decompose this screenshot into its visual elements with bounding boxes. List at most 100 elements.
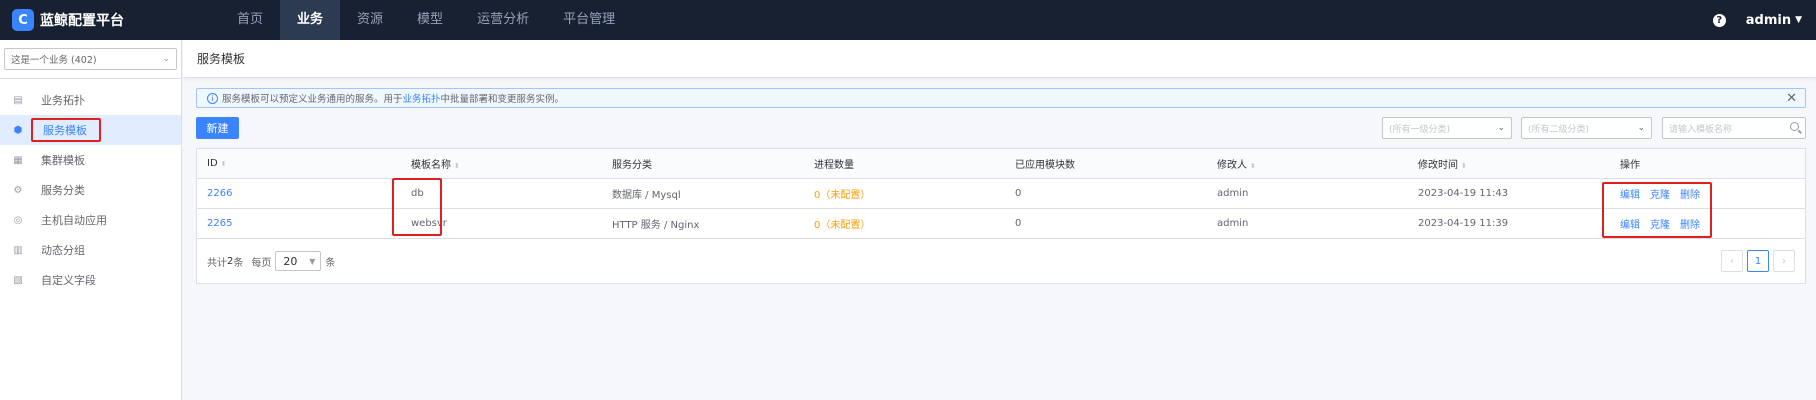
sidebar-item-label: 服务模板 [31,118,101,142]
nav-item-platform[interactable]: 平台管理 [546,0,632,40]
sidebar-item-cluster-template[interactable]: ▦ 集群模板 [0,145,181,175]
chevron-down-icon: ▼ [309,256,316,266]
row-actions: 编辑 克隆 删除 [1620,216,1710,231]
column-process: 进程数量 [814,160,854,171]
search-placeholder: 请输入模板名称 [1669,124,1733,135]
column-category: 服务分类 [612,160,652,171]
primary-category-select[interactable]: (所有一级分类) ⌄ [1382,117,1512,139]
table-row: 2266 db 数据库 / Mysql 0（未配置） 0 admin 2023-… [197,179,1805,209]
info-icon: i [207,92,218,104]
sidebar-item-label: 集群模板 [41,154,85,167]
pagination: ‹ 1 › [1717,250,1795,272]
sidebar-item-custom-field[interactable]: ▧ 自定义字段 [0,265,181,295]
prev-page-button[interactable]: ‹ [1721,250,1743,272]
nav-item-resource[interactable]: 资源 [340,0,400,40]
process-count: 0（未配置） [814,190,871,201]
business-select-value: 这是一个业务 (402) [11,55,97,66]
user-name: admin [1745,12,1792,28]
column-modules: 已应用模块数 [1015,160,1075,171]
clone-button[interactable]: 克隆 [1650,220,1670,231]
nav-item-business[interactable]: 业务 [280,0,341,40]
page-size-select[interactable]: 20 ▼ [275,251,322,271]
sidebar-item-label: 业务拓扑 [41,94,85,107]
modifier: admin [1217,218,1249,229]
column-time[interactable]: 修改时间 ⬍ [1418,156,1467,171]
nav-right: ? admin ▼ [1712,0,1816,40]
topology-icon: ▤ [13,94,23,106]
template-name: db [411,188,424,199]
chevron-down-icon: ▼ [1795,15,1802,25]
business-select[interactable]: 这是一个业务 (402) ⌄ [4,48,177,70]
template-category: HTTP 服务 / Nginx [612,220,700,231]
app-logo[interactable]: C 蓝鲸配置平台 [0,0,220,40]
create-button[interactable]: 新建 [196,117,239,139]
chevron-down-icon: ⌄ [1497,123,1505,133]
cluster-template-icon: ▦ [13,154,23,166]
column-modifier[interactable]: 修改人 ⬍ [1217,156,1256,171]
sort-icon: ⬍ [1461,162,1467,170]
sidebar-item-label: 主机自动应用 [41,214,107,227]
next-page-button[interactable]: › [1773,250,1795,272]
page-title: 服务模板 [183,40,1816,78]
template-search-input[interactable]: 请输入模板名称 [1662,117,1806,139]
row-actions: 编辑 克隆 删除 [1620,186,1710,201]
table-footer: 共计 2 条 每页 20 ▼ 条 ‹ 1 › [197,239,1805,283]
nav-items: 首页 业务 资源 模型 运营分析 平台管理 [220,0,632,40]
chevron-down-icon: ⌄ [1637,123,1645,133]
sidebar-item-dynamic-group[interactable]: ▥ 动态分组 [0,235,181,265]
nav-item-home[interactable]: 首页 [220,0,280,40]
delete-button[interactable]: 删除 [1680,220,1700,231]
nav-item-model[interactable]: 模型 [400,0,460,40]
clone-button[interactable]: 克隆 [1650,190,1670,201]
applied-module-count: 0 [1015,218,1022,229]
toolbar: 新建 (所有一级分类) ⌄ (所有二级分类) ⌄ 请输入模板名称 [196,117,1806,139]
modified-time: 2023-04-19 11:43 [1418,188,1509,199]
table-header: ID ⬍ 模板名称 ⬍ 服务分类 进程数量 已应用模块数 修改人 ⬍ 修改时间 ⬍ 操作 [197,149,1805,179]
nav-item-analysis[interactable]: 运营分析 [460,0,546,40]
user-menu[interactable]: admin ▼ [1746,13,1802,28]
table-row: 2265 websvr HTTP 服务 / Nginx 0（未配置） 0 adm… [197,209,1805,239]
close-icon[interactable]: ✕ [1786,91,1797,106]
total-suffix: 条 [233,257,244,269]
custom-field-icon: ▧ [13,274,23,286]
column-name[interactable]: 模板名称 ⬍ [411,156,460,171]
sidebar-divider [0,78,181,79]
sort-icon: ⬍ [1250,162,1256,170]
sidebar-menu: ▤ 业务拓扑 ⬢ 服务模板 ▦ 集群模板 ⚙ 服务分类 ◎ 主机自动应用 ▥ 动… [0,85,181,295]
notice-text-before: 服务模板可以预定义业务通用的服务。用于 [222,94,403,105]
sidebar-item-service-category[interactable]: ⚙ 服务分类 [0,175,181,205]
help-icon[interactable]: ? [1712,13,1726,27]
sidebar-item-service-template[interactable]: ⬢ 服务模板 [0,115,181,145]
template-name: websvr [411,218,447,229]
service-category-icon: ⚙ [13,184,23,196]
edit-button[interactable]: 编辑 [1620,190,1640,201]
service-template-icon: ⬢ [13,124,23,136]
sidebar-item-label: 自定义字段 [41,274,96,287]
search-icon[interactable] [1790,122,1799,131]
page-size-value: 20 [283,254,298,268]
sidebar-item-label: 动态分组 [41,244,85,257]
main-content: 服务模板 i 服务模板可以预定义业务通用的服务。用于 业务拓扑 中批量部署和变更… [183,40,1816,400]
template-id-link[interactable]: 2265 [207,218,232,229]
template-category: 数据库 / Mysql [612,190,681,201]
modifier: admin [1217,188,1249,199]
delete-button[interactable]: 删除 [1680,190,1700,201]
logo-icon: C [12,9,34,31]
page-button-current[interactable]: 1 [1747,250,1769,272]
per-page-unit: 条 [325,257,336,269]
sidebar-item-topology[interactable]: ▤ 业务拓扑 [0,85,181,115]
applied-module-count: 0 [1015,188,1022,199]
per-page-label: 每页 [251,257,272,269]
template-id-link[interactable]: 2266 [207,188,232,199]
sidebar: 这是一个业务 (402) ⌄ ▤ 业务拓扑 ⬢ 服务模板 ▦ 集群模板 ⚙ 服务… [0,40,182,400]
chevron-down-icon: ⌄ [162,54,170,64]
notice-topology-link[interactable]: 业务拓扑 [403,91,441,105]
column-actions: 操作 [1620,160,1640,171]
total-prefix: 共计 [207,257,227,269]
secondary-category-select[interactable]: (所有二级分类) ⌄ [1521,117,1652,139]
app-title: 蓝鲸配置平台 [40,13,124,29]
column-id[interactable]: ID ⬍ [207,158,227,169]
edit-button[interactable]: 编辑 [1620,220,1640,231]
secondary-category-placeholder: (所有二级分类) [1528,124,1590,135]
sidebar-item-host-auto-apply[interactable]: ◎ 主机自动应用 [0,205,181,235]
